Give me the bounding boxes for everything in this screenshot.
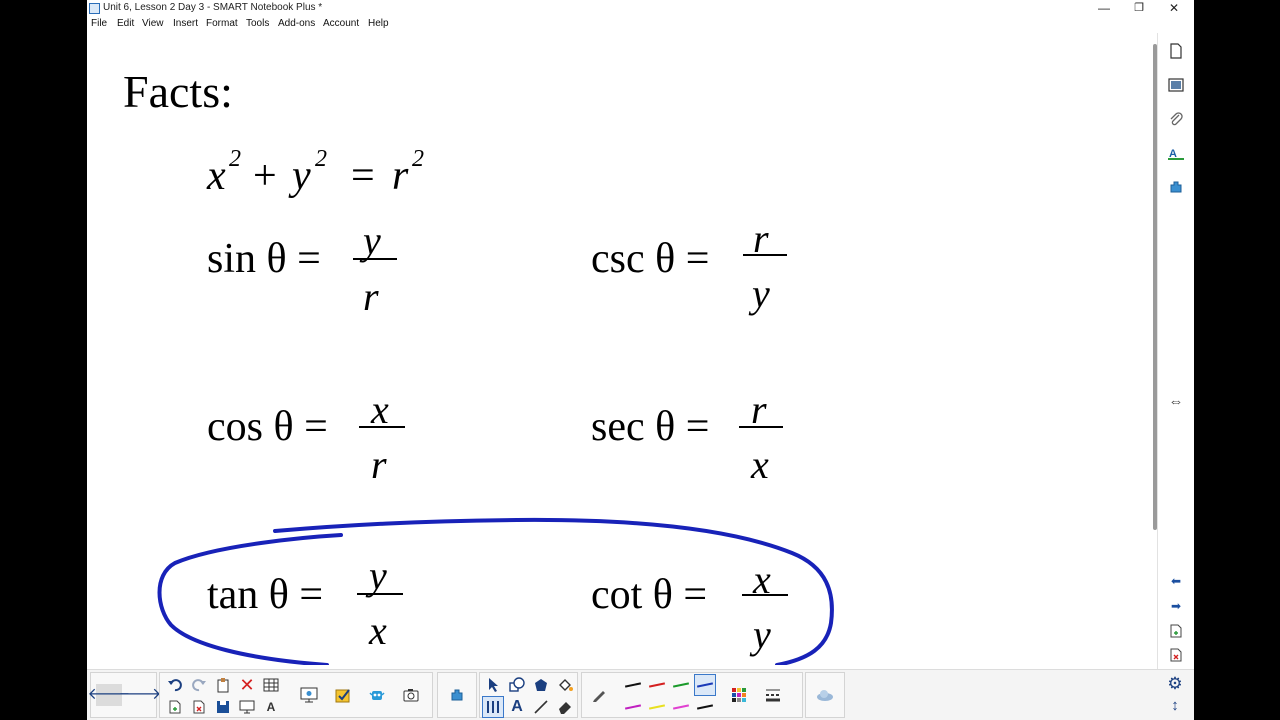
- menu-edit[interactable]: Edit: [117, 18, 134, 29]
- remove-page-icon[interactable]: [188, 696, 210, 718]
- sidebar: A ⇔ ⬅ ➡: [1157, 33, 1194, 669]
- color-palette-icon[interactable]: [728, 684, 750, 706]
- navigation-group: 🡐 🡒: [88, 672, 162, 718]
- settings-gear-icon[interactable]: ⚙: [1164, 672, 1186, 694]
- display-screen-icon[interactable]: [298, 684, 320, 706]
- smart-notebook-window: Unit 6, Lesson 2 Day 3 - SMART Notebook …: [87, 0, 1194, 720]
- table-icon[interactable]: [260, 674, 282, 696]
- pen-swatch: [648, 682, 666, 688]
- edit-tools-group: ✕ A: [159, 672, 433, 718]
- screen-shade-icon[interactable]: [236, 696, 258, 718]
- menu-help[interactable]: Help: [368, 18, 389, 29]
- resize-sidebar-icon[interactable]: ⇔: [1166, 391, 1186, 411]
- menu-account[interactable]: Account: [323, 18, 359, 29]
- extras-group: [805, 672, 845, 718]
- pen-green[interactable]: [670, 674, 692, 696]
- menu-insert[interactable]: Insert: [173, 18, 198, 29]
- move-toolbar-icon[interactable]: ↕: [1164, 694, 1186, 716]
- ink-annotation-ellipse[interactable]: [87, 33, 1147, 665]
- page-sorter-icon[interactable]: [1166, 41, 1186, 61]
- menu-file[interactable]: File: [91, 18, 107, 29]
- pen-swatch: [696, 704, 714, 710]
- new-page-icon[interactable]: [164, 696, 186, 718]
- select-tool-icon[interactable]: [482, 674, 504, 696]
- add-page-icon[interactable]: [1166, 621, 1186, 641]
- properties-icon[interactable]: A: [1166, 143, 1186, 163]
- pen-pink-dashed[interactable]: [670, 696, 692, 718]
- pen-swatch: [696, 682, 714, 688]
- pen-tool-icon[interactable]: [588, 684, 610, 706]
- menu-bar: File Edit View Insert Format Tools Add-o…: [87, 17, 1194, 33]
- window-title: Unit 6, Lesson 2 Day 3 - SMART Notebook …: [103, 2, 323, 13]
- shapes-tool-icon[interactable]: [506, 674, 528, 696]
- line-style-icon[interactable]: [762, 684, 784, 706]
- regular-polygon-tool-icon[interactable]: [530, 674, 552, 696]
- delete-page-icon[interactable]: [1166, 645, 1186, 665]
- pen-yellow[interactable]: [646, 696, 668, 718]
- camera-icon[interactable]: [400, 684, 422, 706]
- add-ons-toolbar-icon[interactable]: [446, 684, 468, 706]
- paste-icon[interactable]: [212, 674, 234, 696]
- add-ons-group: [437, 672, 477, 718]
- pen-red[interactable]: [646, 674, 668, 696]
- title-bar: Unit 6, Lesson 2 Day 3 - SMART Notebook …: [87, 0, 1194, 17]
- pen-black-thin[interactable]: [622, 674, 644, 696]
- pen-swatch: [648, 704, 666, 710]
- text-tool-icon[interactable]: A: [260, 696, 282, 718]
- sidebar-dock-right-icon[interactable]: ➡: [1166, 596, 1186, 616]
- fill-tool-icon[interactable]: [554, 674, 576, 696]
- next-page-button[interactable]: 🡒: [119, 684, 162, 706]
- pen-swatch: [672, 682, 690, 688]
- pen-blue-selected[interactable]: [694, 674, 716, 696]
- menu-format[interactable]: Format: [206, 18, 238, 29]
- pen-tools-group: [581, 672, 803, 718]
- pen-swatch: [672, 704, 690, 710]
- pen-black-dashed[interactable]: [694, 696, 716, 718]
- redo-icon[interactable]: [188, 674, 210, 696]
- minimize-button[interactable]: —: [1089, 0, 1119, 17]
- pen-swatch: [624, 682, 642, 688]
- delete-icon[interactable]: ✕: [236, 674, 258, 696]
- lab-activity-icon[interactable]: [366, 684, 388, 706]
- sidebar-dock-left-icon[interactable]: ⬅: [1166, 571, 1186, 591]
- text-insert-tool-icon[interactable]: A: [506, 696, 528, 718]
- line-tool-icon[interactable]: [530, 696, 552, 718]
- gallery-icon[interactable]: [1166, 75, 1186, 95]
- notebook-page-canvas[interactable]: Facts: x 2 + y 2 = r 2 sin θ = y r csc θ…: [87, 33, 1147, 665]
- pen-magenta[interactable]: [622, 696, 644, 718]
- pen-swatch: [624, 704, 642, 710]
- menu-view[interactable]: View: [142, 18, 164, 29]
- save-icon[interactable]: [212, 696, 234, 718]
- add-ons-icon[interactable]: [1166, 177, 1186, 197]
- attachments-icon[interactable]: [1166, 109, 1186, 129]
- menu-tools[interactable]: Tools: [246, 18, 269, 29]
- eraser-tool-icon[interactable]: [554, 696, 576, 718]
- menu-add-ons[interactable]: Add-ons: [278, 18, 315, 29]
- selection-tools-group: A: [479, 672, 578, 718]
- cloud-icon[interactable]: [814, 684, 836, 706]
- magic-pen-tool-icon[interactable]: [482, 696, 504, 718]
- maximize-button[interactable]: ❐: [1124, 0, 1154, 17]
- response-icon[interactable]: [332, 684, 354, 706]
- close-button[interactable]: ✕: [1159, 0, 1189, 17]
- undo-icon[interactable]: [164, 674, 186, 696]
- bottom-toolbar: 🡐 🡒 ✕ A A ⚙ ↕: [87, 669, 1194, 720]
- smart-notebook-app-icon: [89, 3, 100, 14]
